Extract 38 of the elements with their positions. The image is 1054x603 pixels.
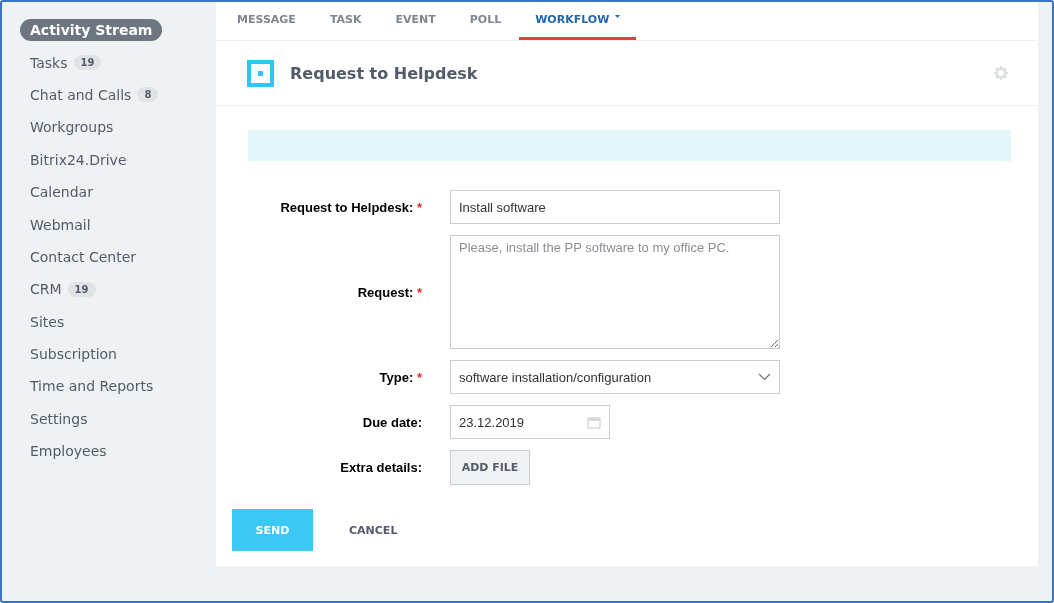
sidebar-item[interactable]: Calendar xyxy=(30,181,93,204)
text-field[interactable]: Install software xyxy=(450,190,780,224)
request-textarea[interactable]: Please, install the PP software to my office PC. xyxy=(450,235,780,349)
sidebar-item[interactable]: Workgroups xyxy=(30,116,114,139)
cancel-button[interactable]: CANCEL xyxy=(343,522,404,538)
form-title: Request to Helpdesk xyxy=(290,63,479,83)
field-label: Request: * xyxy=(356,284,423,300)
tab[interactable]: TASK xyxy=(313,2,378,40)
sidebar-item[interactable]: Contact Center xyxy=(30,245,137,268)
sidebar-item[interactable]: Webmail xyxy=(30,213,91,236)
count-badge: 19 xyxy=(67,281,96,297)
tab[interactable]: EVENT xyxy=(379,2,452,40)
field-label: Request to Helpdesk: * xyxy=(279,199,423,215)
field-label: Type: * xyxy=(378,369,423,385)
square-logo-icon xyxy=(247,59,274,87)
field-label: Due date: xyxy=(361,414,423,430)
sidebar-item[interactable]: Employees xyxy=(30,440,107,463)
chevron-icon xyxy=(758,373,771,381)
sidebar-item[interactable]: CRM xyxy=(30,278,62,301)
tab[interactable]: POLL xyxy=(453,2,518,40)
sidebar-item[interactable]: Settings xyxy=(30,407,88,430)
sidebar-item[interactable]: Activity Stream xyxy=(20,19,163,42)
tab[interactable]: MESSAGE xyxy=(221,2,312,40)
sidebar-item[interactable]: Time and Reports xyxy=(30,375,154,398)
count-badge: 8 xyxy=(137,87,159,103)
field-label: Extra details: xyxy=(339,460,423,475)
settings-icon[interactable] xyxy=(994,66,1008,80)
count-badge: 19 xyxy=(73,55,102,71)
sidebar-item[interactable]: Bitrix24.Drive xyxy=(30,148,127,171)
sidebar-item[interactable]: Chat and Calls xyxy=(30,83,132,106)
add-file-button[interactable]: ADD FILE xyxy=(450,450,530,485)
type-select[interactable]: software installation/configuration xyxy=(450,360,780,394)
date-field[interactable]: 23.12.2019 xyxy=(450,405,610,439)
sidebar-item[interactable]: Tasks xyxy=(30,51,68,74)
sidebar-item[interactable]: Sites xyxy=(30,310,65,333)
sidebar-item[interactable]: Subscription xyxy=(30,343,117,366)
calendar-icon xyxy=(587,415,601,429)
tab[interactable]: WORKFLOW xyxy=(519,2,637,40)
